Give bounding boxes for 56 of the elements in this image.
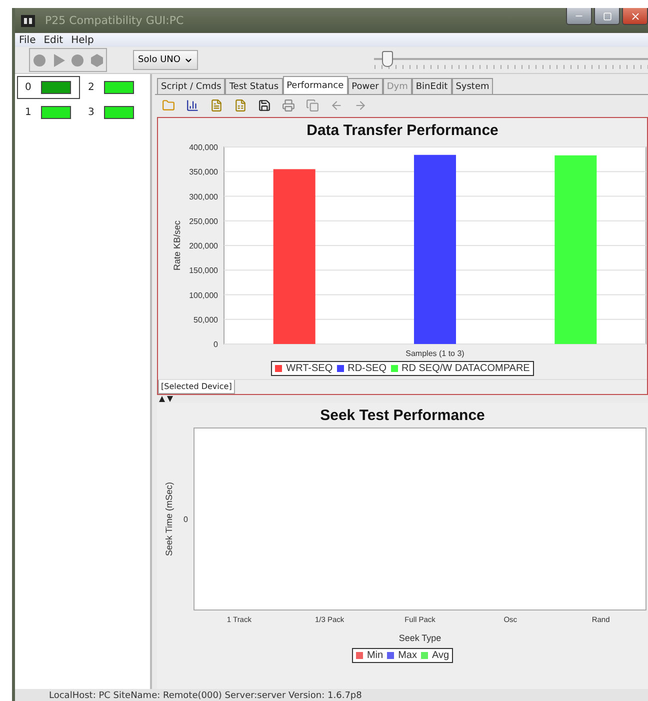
status-led: [104, 106, 134, 119]
device-tile[interactable]: 1: [17, 101, 80, 124]
tab[interactable]: Test Status: [225, 78, 283, 94]
minimize-button[interactable]: [566, 8, 592, 25]
menu-item[interactable]: Help: [71, 34, 94, 46]
tick-label: 100,000: [188, 290, 218, 300]
device-dropdown[interactable]: Solo UNO: [133, 50, 198, 70]
tick-label: 0: [183, 515, 188, 524]
close-button[interactable]: [622, 8, 648, 25]
tick-label: 250,000: [188, 216, 218, 226]
device-tab[interactable]: [Selected Device]: [158, 380, 235, 394]
legend-label: Min: [366, 650, 384, 661]
tick-label: 300,000: [188, 192, 218, 202]
legend-label: RD-SEQ: [348, 363, 387, 374]
device-number: 1: [25, 107, 31, 118]
device-number: 0: [25, 82, 31, 93]
legend-label: Max: [398, 650, 417, 661]
close-icon: [630, 10, 640, 22]
tick-label: 400,000: [188, 143, 218, 152]
maximize-icon: [602, 12, 612, 20]
status-led: [41, 106, 71, 119]
maximize-button[interactable]: [594, 8, 620, 25]
legend-label: RD SEQ/W DATACOMPARE: [402, 363, 530, 374]
app-icon: [21, 14, 35, 26]
splitter-arrows-icon[interactable]: [159, 396, 173, 402]
tick-label: 0: [213, 340, 218, 349]
device-number: 3: [88, 107, 94, 118]
tab[interactable]: System: [452, 78, 494, 94]
legend-label: WRT-SEQ: [286, 363, 333, 374]
status-led: [41, 81, 71, 94]
x-axis-label: Samples (1 to 3): [405, 349, 464, 358]
y-axis-label: Seek Time (mSec): [164, 482, 174, 556]
status-led: [104, 81, 134, 94]
tick-label: 150,000: [188, 266, 218, 276]
device-number: 2: [88, 82, 94, 93]
chart-title: Data Transfer Performance: [306, 122, 498, 139]
slider-thumb[interactable]: [382, 51, 394, 67]
y-axis-label: Rate KB/sec: [172, 220, 182, 271]
chart-title: Seek Test Performance: [320, 407, 485, 424]
menu-item[interactable]: File: [19, 34, 36, 46]
tab[interactable]: Script / Cmds: [157, 78, 226, 94]
tick-label: 50,000: [193, 315, 218, 324]
window-title: P25 Compatibility GUI:PC: [45, 14, 184, 27]
tab[interactable]: Power: [348, 78, 383, 94]
tab[interactable]: Performance: [282, 76, 348, 94]
device-tile[interactable]: 2: [80, 76, 143, 99]
status-text: LocalHost: PC SiteName: Remote(000) Server:server Version: 1.6.7p8: [49, 691, 362, 701]
slider[interactable]: [374, 49, 648, 71]
tick-label: 350,000: [188, 168, 218, 177]
device-tile[interactable]: 3: [80, 101, 143, 124]
tab[interactable]: BinEdit: [412, 78, 452, 94]
menu-item[interactable]: Edit: [44, 34, 64, 46]
device-tile[interactable]: 0: [17, 76, 80, 99]
legend-label: Avg: [432, 650, 450, 661]
tick-label: 200,000: [188, 242, 218, 250]
x-axis-label: Seek Type: [398, 633, 441, 643]
